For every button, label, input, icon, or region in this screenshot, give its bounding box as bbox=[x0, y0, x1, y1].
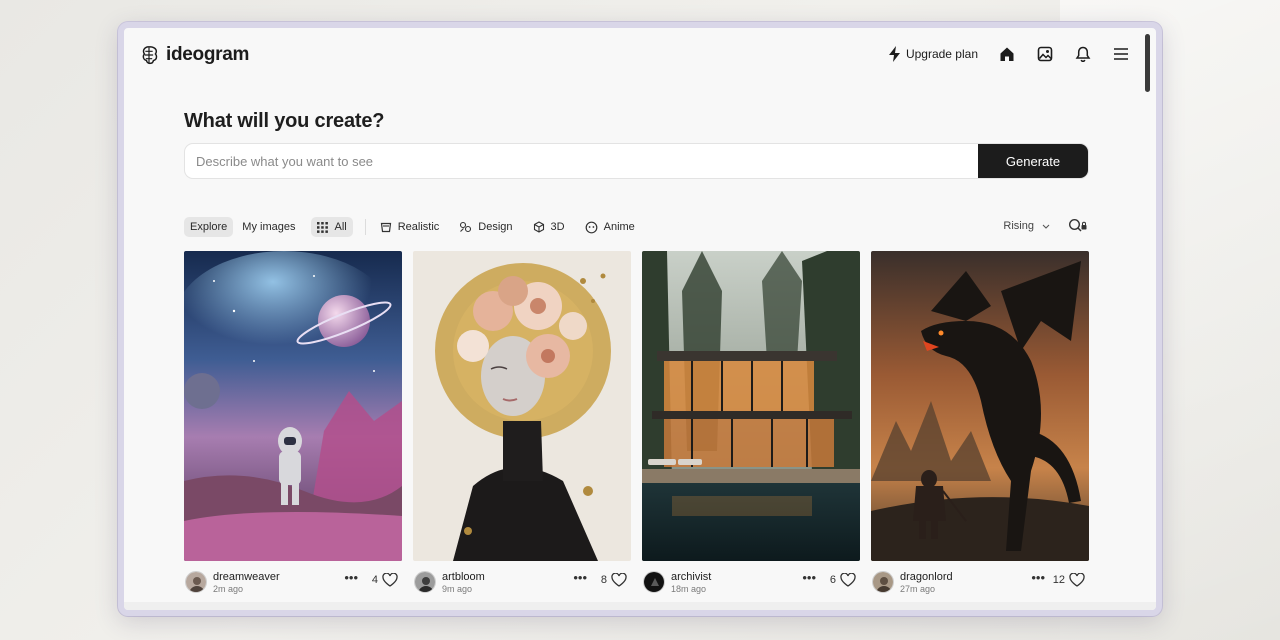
gallery-card: dragonlord 27m ago ••• 12 bbox=[871, 251, 1089, 602]
prompt-bar: Generate bbox=[184, 143, 1089, 179]
sort-label: Rising bbox=[1003, 220, 1034, 232]
timestamp: 2m ago bbox=[213, 584, 244, 594]
filter-realistic[interactable]: Realistic bbox=[374, 217, 446, 237]
filter-design-label: Design bbox=[478, 221, 513, 233]
ideogram-logo-icon bbox=[142, 46, 158, 65]
username[interactable]: archivist bbox=[671, 571, 711, 583]
more-options-icon[interactable]: ••• bbox=[1031, 570, 1045, 585]
tab-explore-label: Explore bbox=[190, 221, 228, 233]
like-count: 12 bbox=[1052, 574, 1065, 586]
filter-3d[interactable]: 3D bbox=[527, 217, 571, 237]
tab-my-images-label: My images bbox=[242, 221, 296, 233]
camera-icon bbox=[380, 222, 391, 233]
logo[interactable]: ideogram bbox=[138, 44, 249, 66]
heart-icon[interactable] bbox=[1069, 573, 1085, 587]
filter-anime-label: Anime bbox=[603, 221, 635, 233]
username[interactable]: dreamweaver bbox=[213, 571, 280, 583]
gallery-card: archivist 18m ago ••• 6 bbox=[642, 251, 860, 602]
chevron-down-icon bbox=[1042, 224, 1050, 229]
like-count: 8 bbox=[600, 574, 607, 586]
filter-bar: Explore My images All Realistic Design 3… bbox=[184, 216, 649, 238]
card-footer: archivist 18m ago ••• 6 bbox=[642, 568, 860, 602]
gallery-card: artbloom 9m ago ••• 8 bbox=[413, 251, 631, 602]
more-options-icon[interactable]: ••• bbox=[573, 570, 587, 585]
username[interactable]: dragonlord bbox=[900, 571, 953, 583]
gallery-image[interactable] bbox=[413, 251, 631, 561]
gallery-card: dreamweaver 2m ago ••• 4 bbox=[184, 251, 402, 602]
card-footer: artbloom 9m ago ••• 8 bbox=[413, 568, 631, 602]
main-menu-button[interactable] bbox=[1112, 45, 1130, 63]
heart-icon[interactable] bbox=[611, 573, 627, 587]
avatar[interactable] bbox=[872, 571, 894, 593]
avatar[interactable] bbox=[643, 571, 665, 593]
bell-icon bbox=[1075, 46, 1091, 62]
filter-design[interactable]: Design bbox=[453, 217, 518, 237]
more-options-icon[interactable]: ••• bbox=[344, 570, 358, 585]
cube-icon bbox=[533, 221, 544, 233]
generate-button[interactable]: Generate bbox=[978, 144, 1088, 178]
sort-dropdown[interactable]: Rising bbox=[1003, 220, 1050, 232]
gallery-image[interactable] bbox=[184, 251, 402, 561]
filter-3d-label: 3D bbox=[550, 221, 565, 233]
gallery-image[interactable] bbox=[642, 251, 860, 561]
timestamp: 27m ago bbox=[900, 584, 936, 594]
upgrade-plan-button[interactable]: Upgrade plan bbox=[888, 46, 978, 62]
home-icon bbox=[1000, 47, 1014, 61]
filter-all-label: All bbox=[334, 221, 347, 233]
filter-all[interactable]: All bbox=[311, 217, 353, 237]
face-icon bbox=[585, 221, 598, 233]
browser-window: ideogram Upgrade plan What will you crea… bbox=[118, 22, 1162, 616]
image-gallery: dreamweaver 2m ago ••• 4 artbloom 9m ago… bbox=[184, 251, 1089, 602]
tab-explore[interactable]: Explore bbox=[184, 217, 234, 237]
search-lock-icon[interactable] bbox=[1068, 218, 1088, 234]
top-bar: ideogram Upgrade plan bbox=[124, 28, 1156, 84]
heart-icon[interactable] bbox=[840, 573, 856, 587]
timestamp: 18m ago bbox=[671, 584, 707, 594]
bottom-edge bbox=[124, 602, 1156, 610]
palette-icon bbox=[460, 221, 472, 233]
tab-my-images[interactable]: My images bbox=[236, 217, 301, 237]
prompt-input[interactable] bbox=[185, 144, 979, 178]
avatar[interactable] bbox=[414, 571, 436, 593]
upgrade-plan-label: Upgrade plan bbox=[905, 47, 978, 61]
page-title: What will you create? bbox=[184, 110, 385, 132]
filter-anime[interactable]: Anime bbox=[579, 217, 641, 238]
card-footer: dragonlord 27m ago ••• 12 bbox=[871, 568, 1089, 602]
filter-divider bbox=[364, 219, 366, 235]
timestamp: 9m ago bbox=[442, 584, 473, 594]
filter-realistic-label: Realistic bbox=[397, 221, 440, 233]
like-count: 4 bbox=[371, 574, 378, 586]
menu-icon bbox=[1114, 48, 1128, 60]
app-name: ideogram bbox=[166, 44, 250, 65]
more-options-icon[interactable]: ••• bbox=[802, 570, 816, 585]
home-button[interactable] bbox=[998, 45, 1016, 63]
gallery-icon bbox=[1037, 46, 1053, 62]
my-gallery-button[interactable] bbox=[1036, 45, 1054, 63]
card-footer: dreamweaver 2m ago ••• 4 bbox=[184, 568, 402, 602]
gallery-image[interactable] bbox=[871, 251, 1089, 561]
top-nav: Upgrade plan bbox=[888, 45, 1130, 63]
notifications-button[interactable] bbox=[1074, 45, 1092, 63]
username[interactable]: artbloom bbox=[442, 571, 485, 583]
grid-icon bbox=[317, 221, 329, 233]
avatar[interactable] bbox=[185, 571, 207, 593]
bolt-icon bbox=[888, 46, 900, 62]
like-count: 6 bbox=[829, 574, 836, 586]
heart-icon[interactable] bbox=[382, 573, 398, 587]
